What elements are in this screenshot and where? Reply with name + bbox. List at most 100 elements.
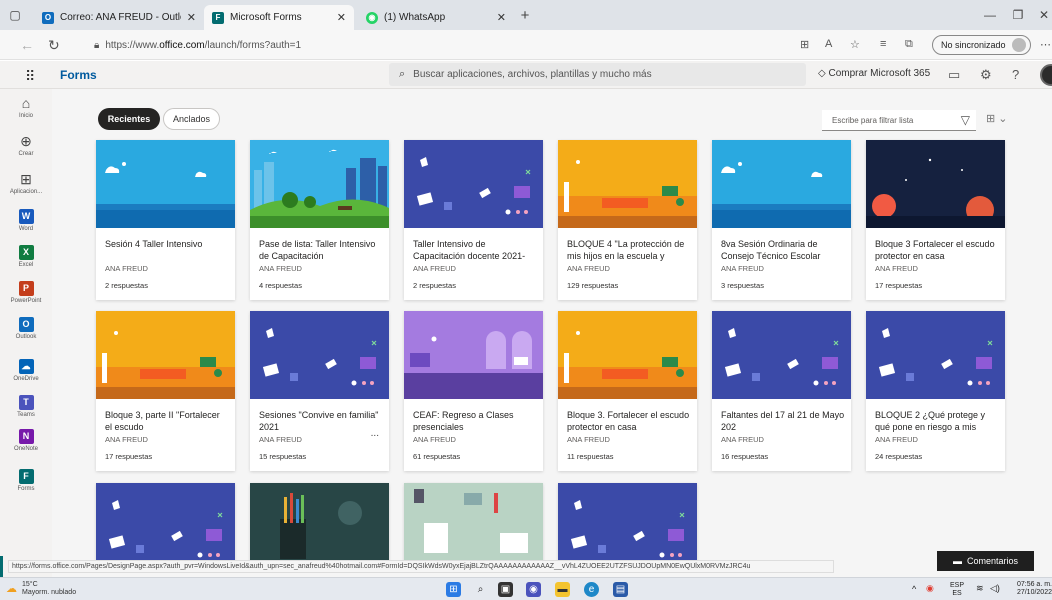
feedback-button[interactable]: ▬ Comentarios (937, 551, 1034, 571)
form-card[interactable]: Taller Intensivo de Capacitación docente… (404, 140, 543, 300)
tab-title: Microsoft Forms (230, 12, 302, 23)
search-placeholder: Buscar aplicaciones, archivos, plantilla… (413, 69, 652, 80)
app-launcher-icon[interactable]: ⠿ (25, 68, 35, 85)
close-icon[interactable]: ✕ (187, 11, 196, 24)
task-view-icon[interactable]: ▣ (498, 582, 513, 597)
clock-date: 27/10/2022 (1016, 589, 1052, 596)
form-card[interactable]: Bloque 3. Fortalecer el escudo protector… (558, 311, 697, 471)
window-close-icon[interactable]: ✕ (1036, 7, 1052, 23)
url-path: /launch/forms?auth=1 (204, 39, 302, 51)
tray-app-icon[interactable]: ◉ (926, 584, 934, 593)
form-responses: 16 respuestas (721, 452, 769, 461)
more-options-icon[interactable]: ... (371, 428, 379, 439)
close-icon[interactable]: ✕ (497, 11, 506, 24)
settings-icon[interactable]: ⚙ (980, 67, 992, 83)
profile-sync-button[interactable]: No sincronizado (932, 35, 1031, 55)
form-card[interactable]: Pase de lista: Taller Intensivo de Capac… (250, 140, 389, 300)
account-avatar[interactable] (1040, 64, 1052, 86)
form-card[interactable]: Faltantes del 17 al 21 de Mayo 202 ANA FR… (712, 311, 851, 471)
store-icon[interactable]: ▤ (613, 582, 628, 597)
close-icon[interactable]: ✕ (337, 11, 346, 24)
form-banner-image (558, 311, 697, 399)
form-banner-image (866, 311, 1005, 399)
help-icon[interactable]: ? (1012, 67, 1019, 82)
clock[interactable]: 07:56 a. m. 27/10/2022 (1012, 581, 1052, 597)
form-card[interactable]: 8va Sesión Ordinaria de Consejo Técnico … (712, 140, 851, 300)
rail-item-inicio[interactable]: ⌂ Inicio (0, 95, 52, 119)
form-card[interactable]: Bloque 3, parte II "Fortalecer el escudo… (96, 311, 235, 471)
feedback-icon[interactable]: ▭ (948, 67, 960, 83)
form-card[interactable]: Sesión 4 Taller Intensivo ANA FREUD 2 resp… (96, 140, 235, 300)
start-icon[interactable]: ⊞ (446, 582, 461, 597)
rail-item-onedrive[interactable]: ☁ OneDrive (0, 359, 52, 382)
search-icon[interactable]: ⌕ (473, 582, 488, 597)
browser-tab-bar: ▢ O Correo: ANA FREUD - Outlook ✕ F Micr… (0, 0, 1052, 30)
back-icon[interactable]: ← (20, 37, 34, 53)
favorites-icon[interactable]: ≡ (880, 38, 886, 50)
url-field[interactable]: 🔒︎ https://www. office.com/launch/forms?a… (94, 35, 784, 55)
rail-item-word[interactable]: W Word (0, 209, 52, 232)
url-domain: office.com (159, 39, 205, 51)
edge-icon[interactable]: e (584, 582, 599, 597)
rail-item-teams[interactable]: T Teams (0, 395, 52, 418)
form-card[interactable]: BLOQUE 2 ¿Qué protege y qué pone en ries… (866, 311, 1005, 471)
app-available-icon[interactable]: ⊞ (800, 38, 809, 51)
view-switch-icon[interactable]: ⊞ ⌄ (986, 112, 1008, 125)
app-name[interactable]: Forms (60, 68, 97, 82)
search-box[interactable]: ⌕ Buscar aplicaciones, archivos, plantil… (389, 63, 806, 86)
weather-widget[interactable]: 15°C Mayorm. nublado (22, 581, 76, 597)
rail-item-powerpoint[interactable]: P PowerPoint (0, 281, 52, 304)
rail-item-excel[interactable]: X Excel (0, 245, 52, 268)
new-tab-button[interactable]: + (517, 7, 533, 24)
chat-icon[interactable]: ◉ (526, 582, 541, 597)
form-card[interactable]: Sesiones "Convive en familia" 2021 ANA FR… (250, 311, 389, 471)
tab-whatsapp[interactable]: ◉ (1) WhatsApp ✕ (358, 5, 514, 30)
form-title: Sesiones "Convive en familia" 2021 (259, 410, 379, 432)
form-banner-image (404, 140, 543, 228)
rail-item-crear[interactable]: ⊕ Crear (0, 133, 52, 157)
form-card[interactable] (250, 483, 389, 565)
minimize-icon[interactable]: — (982, 7, 998, 23)
favorite-add-icon[interactable]: ☆ (850, 38, 860, 51)
rail-item-label: OneNote (13, 446, 38, 452)
filter-input[interactable]: Escribe para filtrar lista ▽ (822, 110, 976, 131)
form-card[interactable] (558, 483, 697, 565)
rail-item-outlook[interactable]: O Outlook (0, 317, 52, 340)
teams-icon: T (18, 395, 34, 410)
refresh-icon[interactable]: ↻ (48, 37, 60, 54)
volume-icon[interactable]: ◁) (990, 584, 1000, 593)
wifi-icon[interactable]: ≋ (976, 584, 984, 593)
tab-recent[interactable]: Recientes (98, 108, 160, 130)
form-card[interactable]: Bloque 3 Fortalecer el escudo protector … (866, 140, 1005, 300)
more-icon[interactable]: ⋯ (1040, 38, 1051, 51)
file-explorer-icon[interactable]: ▬ (555, 582, 570, 597)
rail-item-label: Outlook (15, 334, 37, 340)
filter-icon[interactable]: ▽ (961, 113, 970, 127)
rail-item-label: Word (18, 226, 34, 232)
form-card[interactable]: CEAF: Regreso a Clases presenciales ANA F… (404, 311, 543, 471)
tab-forms[interactable]: F Microsoft Forms ✕ (204, 5, 354, 30)
tab-outlook[interactable]: O Correo: ANA FREUD - Outlook ✕ (34, 5, 204, 30)
tab-pinned[interactable]: Anclados (163, 108, 220, 130)
language-indicator[interactable]: ESP ES (950, 582, 964, 598)
rail-item-label: Excel (18, 262, 34, 268)
collections-icon[interactable]: ⧉ (905, 38, 913, 51)
home-icon: ⌂ (21, 95, 31, 111)
rail-item-aplicacion[interactable]: ⊞ Aplicacion... (0, 171, 52, 195)
buy-m365-link[interactable]: ◇ Comprar Microsoft 365 (818, 68, 930, 79)
tab-actions-icon[interactable]: ▢ (7, 7, 23, 23)
rail-item-onenote[interactable]: N OneNote (0, 429, 52, 452)
form-banner-image (96, 140, 235, 228)
rail-item-forms[interactable]: F Forms (0, 469, 52, 492)
form-card[interactable] (96, 483, 235, 565)
form-banner-image (250, 140, 389, 228)
rail-item-label: PowerPoint (10, 298, 42, 304)
tray-overflow-icon[interactable]: ^ (912, 585, 916, 594)
form-owner: ANA FREUD (567, 264, 610, 273)
form-card[interactable]: BLOQUE 4 "La protección de mis hijos en … (558, 140, 697, 300)
read-aloud-icon[interactable]: A (825, 38, 832, 50)
form-card[interactable] (404, 483, 543, 565)
windows-taskbar: ☁ 15°C Mayorm. nublado ⊞ ⌕ ▣ ◉ ▬ e ▤ ^ ◉… (0, 577, 1052, 600)
word-icon: W (18, 209, 34, 224)
restore-icon[interactable]: ❐ (1010, 7, 1026, 23)
